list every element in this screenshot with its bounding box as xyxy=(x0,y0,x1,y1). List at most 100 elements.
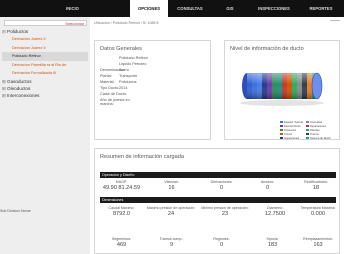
kv-row: Planta: Transporte xyxy=(100,74,137,78)
section-header-dimensiones: Dimensiones xyxy=(100,197,336,203)
resumen-panel: Resumen de información cargada Operacion… xyxy=(94,148,340,254)
stat-valvulas: Válvulas: 16 xyxy=(149,180,194,191)
legend-swatch xyxy=(306,121,309,124)
stat-anodos: Anodos: 0 xyxy=(245,180,290,191)
stat-label: MAOP: xyxy=(115,180,128,184)
tab-opciones[interactable]: OPCIONES xyxy=(130,0,168,17)
legend-swatch xyxy=(280,129,283,132)
tab-gis[interactable]: GIS xyxy=(212,0,248,17)
stat-regiones: Regiones: 0 xyxy=(199,237,244,248)
legend-swatch xyxy=(306,129,309,132)
tree-node-label: Gasoductos xyxy=(7,78,32,84)
stat-rectificadores: Rectificadores: 18 xyxy=(293,180,339,191)
stat-label: Spools: xyxy=(266,237,279,241)
stat-label: Maximo presion de operación: xyxy=(146,206,196,210)
stat-value: 9 xyxy=(169,242,174,248)
section-header-operacion: Operacion y Diseño xyxy=(100,172,336,178)
tree-node-poliductos[interactable]: ⊟Poliductos xyxy=(2,28,88,35)
stat-value: 8792.0 xyxy=(112,211,131,217)
datos-generales-panel: Datos Generales Poliducto Refinor Liquid… xyxy=(94,40,211,140)
legend-label: Valvulas xyxy=(310,129,320,132)
stat-tramos: Tramos comp.: 9 xyxy=(149,237,194,248)
main-content: Ubicacion / Poliducto Refinor / B: 1085 … xyxy=(90,17,344,254)
tree-item-selected[interactable]: Poliducto Refinor xyxy=(2,52,88,61)
legend-column: Anomalias Reparaciones Valvulas Tramos Siste… xyxy=(306,121,332,141)
legend-swatch xyxy=(280,133,283,136)
stat-label: Válvulas: xyxy=(164,180,179,184)
stat-value: 18 xyxy=(312,185,320,191)
nivel-informacion-panel: Nivel de información de ducto Espesor Tu… xyxy=(224,40,340,140)
legend-column: Espesor Tuberia Recubrimiento Proteccion Cr… xyxy=(280,121,306,141)
chart-legend: Espesor Tuberia Recubrimiento Proteccion Cr… xyxy=(280,121,332,141)
kv-value: Liquido Petroleo xyxy=(119,62,147,66)
stat-value: 16 xyxy=(168,185,175,191)
kv-row: Año de puesta en marcha: xyxy=(100,98,130,107)
kv-label: Tipo Ducto: xyxy=(100,86,120,90)
tree-node-interconexiones[interactable]: ⊞Interconexiones xyxy=(2,92,88,99)
stat-label: Rectificadores: xyxy=(304,180,328,184)
stat-label: Minimo presion de operación: xyxy=(201,206,249,210)
tree-node-label: Oleoductos xyxy=(7,85,31,91)
stat-value: 183 xyxy=(267,242,278,248)
kv-value: Transporte xyxy=(119,74,138,78)
cylinder-cap-right xyxy=(311,72,323,100)
kv-row: Material: Poliductos xyxy=(100,80,137,84)
kv-label: Clase de Ducto: xyxy=(100,92,128,96)
tree-item[interactable]: Derivacion Juarez II xyxy=(2,35,88,44)
legend-swatch xyxy=(306,125,309,128)
stat-value: 469 xyxy=(116,242,127,248)
legend-label: Espesor Tuberia xyxy=(284,121,303,124)
kv-value: Poliducto Refinor xyxy=(119,56,148,60)
kv-label: Planta: xyxy=(100,74,112,78)
tree-item[interactable]: Derivacion Juarez II xyxy=(2,44,88,53)
stat-value: 49.90 81.24.59 xyxy=(102,185,141,191)
tree-node-gasoductos[interactable]: ⊞Gasoductos xyxy=(2,78,88,85)
tree-item[interactable]: Derivacion Formalizada III xyxy=(2,69,88,78)
kv-row: Denominacion: Acero xyxy=(100,68,129,72)
stat-label: Remplazamientos: xyxy=(303,237,333,241)
stat-value: 24 xyxy=(167,211,175,217)
legend-swatch xyxy=(306,133,309,136)
top-nav: INICIO OPCIONES CONSULTAS GIS INSPECCION… xyxy=(0,0,344,17)
stat-maop: MAOP: 49.90 81.24.59 xyxy=(99,180,144,191)
tab-reportes[interactable]: REPORTES xyxy=(300,0,342,17)
stat-min-presion: Minimo presion de operación: 23 xyxy=(199,206,251,217)
stat-value: 23 xyxy=(221,211,229,217)
stat-value: 0.000 xyxy=(311,211,325,217)
legend-item: Sistema de Rectif. xyxy=(306,137,332,141)
stat-diametro: Diametro: 12.7500 xyxy=(255,206,295,217)
tree: ⊟Poliductos Derivacion Juarez II Derivac… xyxy=(2,28,88,99)
stat-label: Regiones: xyxy=(213,237,230,241)
legend-label: Cruces xyxy=(284,133,293,136)
legend-swatch xyxy=(306,137,309,140)
tree-node-label: Poliductos xyxy=(7,29,29,34)
legend-item: Inspecciones xyxy=(280,137,306,141)
legend-swatch xyxy=(280,121,283,124)
legend-label: Reparaciones xyxy=(310,125,327,128)
stat-value: 12.7500 xyxy=(264,211,286,217)
tree-node-oleoductos[interactable]: ⊞Oleoductos xyxy=(2,85,88,92)
panel-title: Datos Generales xyxy=(100,46,142,52)
cylinder-floor xyxy=(240,100,324,106)
legend-label: Tramos xyxy=(310,133,319,136)
stat-label: Segmentos: xyxy=(111,237,132,241)
stat-spools: Spools: 183 xyxy=(250,237,295,248)
search-input[interactable]: Seleccionar xyxy=(4,20,87,26)
search-select-label[interactable]: Seleccionar xyxy=(65,21,84,27)
tab-consultas[interactable]: CONSULTAS xyxy=(172,0,208,17)
stat-label: Temperatura Maxima: xyxy=(300,206,336,210)
legend-label: Anomalias xyxy=(310,121,323,124)
tab-inspecciones[interactable]: INSPECCIONES xyxy=(252,0,296,17)
stat-label: Derivaciones: xyxy=(210,180,233,184)
stat-label: Caudal Maximo: xyxy=(108,206,135,210)
legend-label: Sistema de Rectif. xyxy=(310,137,332,140)
tab-inicio[interactable]: INICIO xyxy=(50,0,95,17)
stat-derivaciones: Derivaciones: 0 xyxy=(199,180,244,191)
panel-controls[interactable] xyxy=(330,20,340,25)
kv-value: 2014 xyxy=(119,86,128,90)
stat-label: Diametro: xyxy=(267,206,283,210)
legend-label: Inspecciones xyxy=(284,137,300,140)
tree-node-label: Interconexiones xyxy=(7,92,40,98)
tree-item[interactable]: Derivacion Paredilla ra al Rio de xyxy=(2,61,88,70)
kv-value: Poliductos xyxy=(119,80,137,84)
